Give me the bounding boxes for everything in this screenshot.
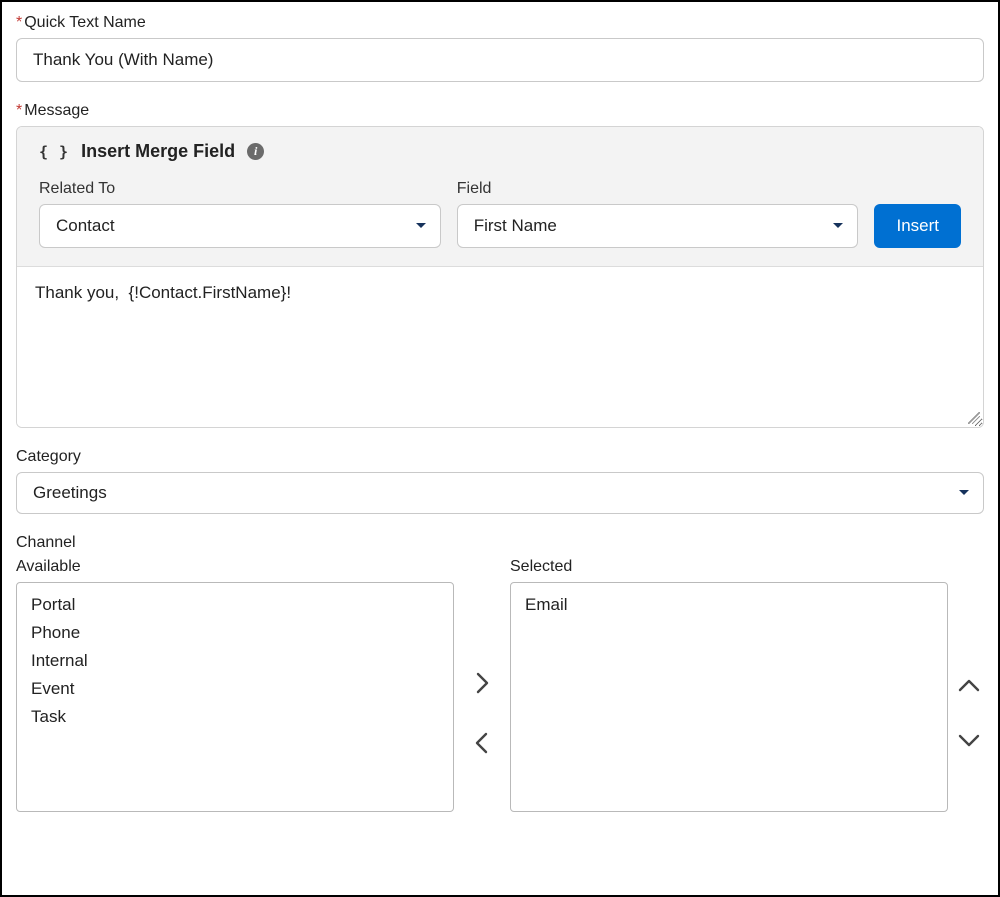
required-indicator: * xyxy=(16,14,22,31)
move-left-button[interactable] xyxy=(471,730,493,756)
info-icon[interactable]: i xyxy=(247,143,264,160)
merge-field-header: { } Insert Merge Field i Related To Cont… xyxy=(17,127,983,267)
form-container: *Quick Text Name *Message { } Insert Mer… xyxy=(0,0,1000,897)
selected-header: Selected xyxy=(510,558,948,576)
channel-label: Channel xyxy=(16,534,984,552)
selected-listbox[interactable]: Email xyxy=(510,582,948,812)
merge-braces-icon: { } xyxy=(39,143,69,161)
quick-text-name-label-text: Quick Text Name xyxy=(24,14,146,31)
available-listbox[interactable]: PortalPhoneInternalEventTask xyxy=(16,582,454,812)
move-down-button[interactable] xyxy=(956,730,982,750)
message-textarea[interactable] xyxy=(17,267,983,427)
message-panel: { } Insert Merge Field i Related To Cont… xyxy=(16,126,984,428)
list-item[interactable]: Email xyxy=(521,591,937,619)
channel-dual-list: Available PortalPhoneInternalEventTask S… xyxy=(16,558,984,812)
category-label: Category xyxy=(16,448,984,466)
list-item[interactable]: Portal xyxy=(27,591,443,619)
related-to-select[interactable]: Contact xyxy=(39,204,441,248)
available-header: Available xyxy=(16,558,454,576)
related-to-label: Related To xyxy=(39,180,441,198)
list-item[interactable]: Internal xyxy=(27,647,443,675)
chevron-right-icon xyxy=(473,672,491,694)
merge-field-title: Insert Merge Field xyxy=(81,141,235,162)
message-label-text: Message xyxy=(24,102,89,119)
insert-button[interactable]: Insert xyxy=(874,204,961,248)
related-to-value: Contact xyxy=(56,216,115,236)
list-item[interactable]: Phone xyxy=(27,619,443,647)
required-indicator: * xyxy=(16,102,22,119)
chevron-left-icon xyxy=(473,732,491,754)
field-value: First Name xyxy=(474,216,557,236)
quick-text-name-input[interactable] xyxy=(16,38,984,82)
chevron-up-icon xyxy=(958,678,980,694)
move-up-button[interactable] xyxy=(956,676,982,696)
list-item[interactable]: Event xyxy=(27,675,443,703)
field-label: Field xyxy=(457,180,859,198)
category-select[interactable]: Greetings xyxy=(16,472,984,514)
quick-text-name-label: *Quick Text Name xyxy=(16,14,984,32)
move-right-button[interactable] xyxy=(471,670,493,696)
list-item[interactable]: Task xyxy=(27,703,443,731)
chevron-down-icon xyxy=(958,732,980,748)
message-label: *Message xyxy=(16,102,984,120)
category-value: Greetings xyxy=(33,483,107,503)
field-select[interactable]: First Name xyxy=(457,204,859,248)
